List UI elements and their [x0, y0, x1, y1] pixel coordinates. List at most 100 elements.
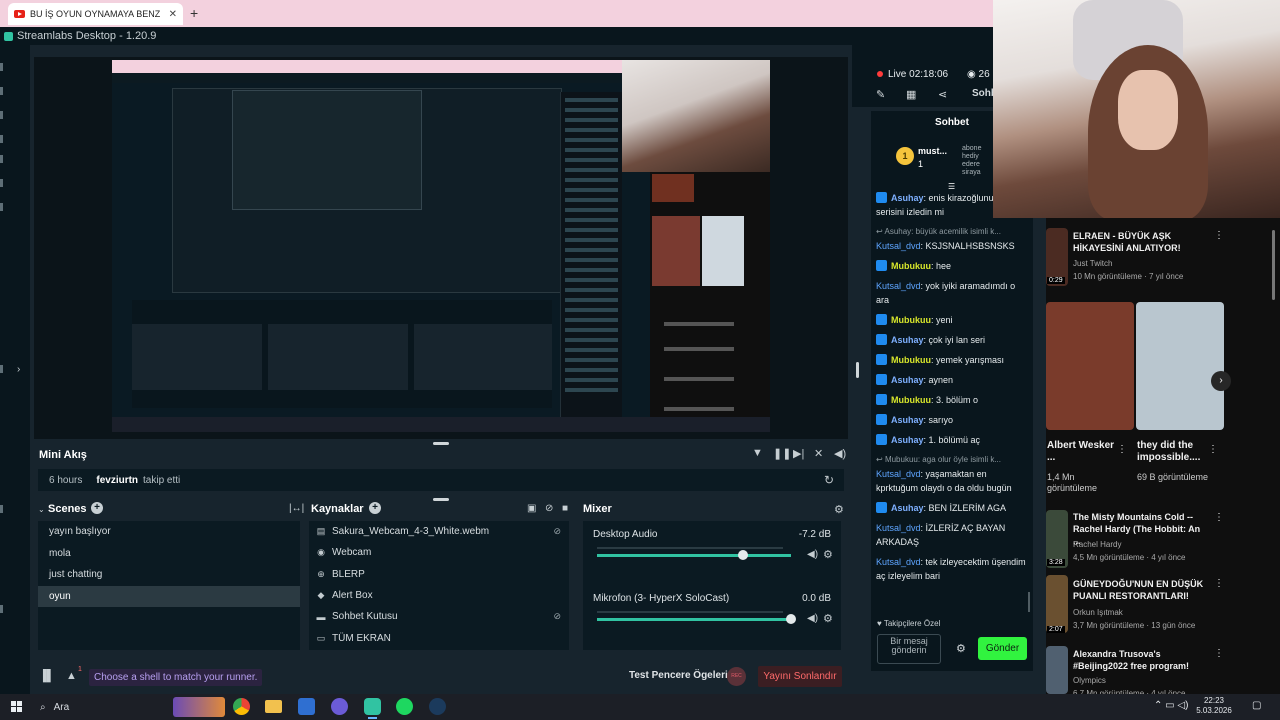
source-item[interactable]: ▬ Sohbet Kutusu ⊘	[309, 606, 569, 627]
windows-start-icon[interactable]	[11, 701, 23, 713]
nav-marker[interactable]	[0, 63, 3, 71]
chat-input[interactable]: Bir mesaj gönderin	[877, 634, 941, 664]
volume-slider[interactable]	[597, 554, 791, 557]
notification-center-icon[interactable]: ▢	[1252, 700, 1261, 711]
scene-item[interactable]: yayın başlıyor	[38, 521, 300, 543]
chat-username[interactable]: Asuhay	[891, 503, 924, 513]
scene-transition-icon[interactable]: |↔|	[289, 503, 304, 514]
discord-icon[interactable]	[331, 698, 348, 715]
video-channel[interactable]: Olympics	[1073, 675, 1106, 686]
expand-left-icon[interactable]: ›	[17, 364, 20, 375]
volume-icon[interactable]: ◀)	[834, 447, 846, 460]
nav-marker[interactable]	[0, 365, 3, 373]
chrome-icon[interactable]	[233, 698, 250, 715]
nav-marker[interactable]	[0, 111, 3, 119]
mute-alerts-icon[interactable]: ✕	[814, 447, 823, 460]
nav-marker[interactable]	[0, 605, 3, 613]
scene-item-active[interactable]: oyun	[38, 585, 300, 607]
end-stream-button[interactable]: Yayını Sonlandır	[758, 666, 842, 687]
shell-tip[interactable]: Choose a shell to match your runner.	[89, 669, 263, 686]
source-item[interactable]: ◉ Webcam	[309, 542, 569, 563]
scene-item[interactable]: mola	[38, 543, 300, 565]
app-icon[interactable]	[298, 698, 315, 715]
filter-icon[interactable]: ▼	[752, 447, 763, 459]
stats-icon[interactable]: ▐▌	[39, 670, 55, 682]
nav-marker[interactable]	[0, 135, 3, 143]
chat-username[interactable]: Kutsal_dvd	[876, 241, 921, 251]
folder-icon[interactable]: ■	[562, 503, 568, 514]
more-options-icon[interactable]: ⋮	[1214, 230, 1224, 241]
video-channel[interactable]: Orkun Işıtmak	[1073, 607, 1123, 618]
source-item[interactable]: ▤ Sakura_Webcam_4-3_White.webm ⊘	[309, 521, 569, 542]
video-channel[interactable]: Rachel Hardy	[1073, 539, 1121, 550]
chat-username[interactable]: Asuhay	[891, 193, 924, 203]
system-tray[interactable]: ⌃ ▭ ◁)	[1154, 700, 1188, 711]
video-channel[interactable]: Just Twitch	[1073, 258, 1112, 269]
add-source-icon[interactable]: +	[369, 502, 381, 514]
streamlabs-icon[interactable]	[364, 698, 381, 719]
more-options-icon[interactable]: ⋮	[1214, 578, 1224, 589]
hidden-eye-icon[interactable]: ⊘	[553, 526, 561, 537]
volume-knob[interactable]	[786, 614, 796, 624]
volume-knob[interactable]	[737, 550, 748, 560]
more-options-icon[interactable]: ⋮	[1117, 444, 1127, 455]
edit-icon[interactable]: ✎	[876, 88, 885, 101]
panel-resize-handle[interactable]	[433, 498, 449, 501]
youtube-scrollbar[interactable]	[1272, 230, 1275, 300]
chat-username[interactable]: Kutsal_dvd	[876, 281, 921, 291]
chat-username[interactable]: Mubukuu	[891, 315, 931, 325]
chat-username[interactable]: Kutsal_dvd	[876, 523, 921, 533]
taskbar-search[interactable]: ⌕ Ara	[35, 697, 225, 717]
hidden-eye-icon[interactable]: ⊘	[553, 611, 561, 622]
scene-item[interactable]: just chatting	[38, 564, 300, 586]
short-title[interactable]: Albert Wesker ...	[1047, 440, 1117, 464]
source-tools-icon[interactable]: ▣	[527, 503, 536, 514]
add-scene-icon[interactable]: +	[91, 502, 103, 514]
more-options-icon[interactable]: ⋮	[1214, 512, 1224, 523]
chat-username[interactable]: Kutsal_dvd	[876, 557, 921, 567]
dashboard-icon[interactable]: ▦	[906, 88, 916, 101]
taskbar-clock[interactable]: 22:23 5.03.2026	[1196, 696, 1232, 716]
chat-settings-icon[interactable]: ⚙	[956, 642, 966, 655]
chat-username[interactable]: Asuhay	[891, 375, 924, 385]
collapse-icon[interactable]: ⌄	[38, 505, 45, 514]
more-options-icon[interactable]: ⋮	[1214, 648, 1224, 659]
source-item[interactable]: ⊕ BLERP	[309, 564, 569, 585]
source-item[interactable]: ▭ TÜM EKRAN	[309, 627, 569, 648]
source-lock-icon[interactable]: ⊘	[545, 503, 553, 514]
mixer-settings-icon[interactable]: ⚙	[834, 503, 844, 516]
chat-scrollbar[interactable]	[1028, 592, 1030, 612]
nav-marker[interactable]	[0, 87, 3, 95]
close-tab-icon[interactable]: ✕	[169, 9, 177, 20]
video-thumbnail[interactable]	[1046, 646, 1068, 694]
refresh-icon[interactable]: ↻	[824, 473, 834, 487]
video-thumbnail[interactable]	[1136, 302, 1224, 430]
steam-icon[interactable]	[429, 698, 446, 715]
nav-marker[interactable]	[0, 203, 3, 211]
video-title[interactable]: GÜNEYDOĞU'NUN EN DÜŞÜK PUANLI RESTORANTL…	[1073, 578, 1209, 602]
volume-slider[interactable]	[597, 618, 791, 621]
chat-username[interactable]: Asuhay	[891, 435, 924, 445]
send-button[interactable]: Gönder	[978, 637, 1027, 660]
more-options-icon[interactable]: ⋮	[1208, 444, 1218, 455]
alert-icon[interactable]: ▲	[66, 670, 77, 682]
short-title[interactable]: they did the impossible....	[1137, 440, 1207, 464]
channel-settings-icon[interactable]: ⚙	[823, 548, 833, 561]
speaker-icon[interactable]: ◀)	[807, 613, 818, 624]
nav-marker[interactable]	[0, 179, 3, 187]
chat-username[interactable]: Asuhay	[891, 335, 924, 345]
browser-tab[interactable]: BU İŞ OYUN OYNAMAYA BENZ ✕	[8, 3, 183, 25]
video-title[interactable]: Alexandra Trusova's #Beijing2022 free pr…	[1073, 648, 1209, 672]
channel-settings-icon[interactable]: ⚙	[823, 612, 833, 625]
video-thumbnail[interactable]	[1046, 575, 1068, 633]
pause-icon[interactable]: ❚❚	[773, 447, 791, 460]
record-button[interactable]: REC	[727, 667, 746, 686]
chat-username[interactable]: Asuhay	[891, 415, 924, 425]
nav-marker[interactable]	[0, 505, 3, 513]
spotify-icon[interactable]	[396, 698, 413, 715]
chat-username[interactable]: Kutsal_dvd	[876, 469, 921, 479]
skip-icon[interactable]: ▶|	[793, 447, 804, 460]
chat-username[interactable]: Mubukuu	[891, 261, 931, 271]
chat-username[interactable]: Mubukuu	[891, 355, 931, 365]
speaker-icon[interactable]: ◀)	[807, 549, 818, 560]
